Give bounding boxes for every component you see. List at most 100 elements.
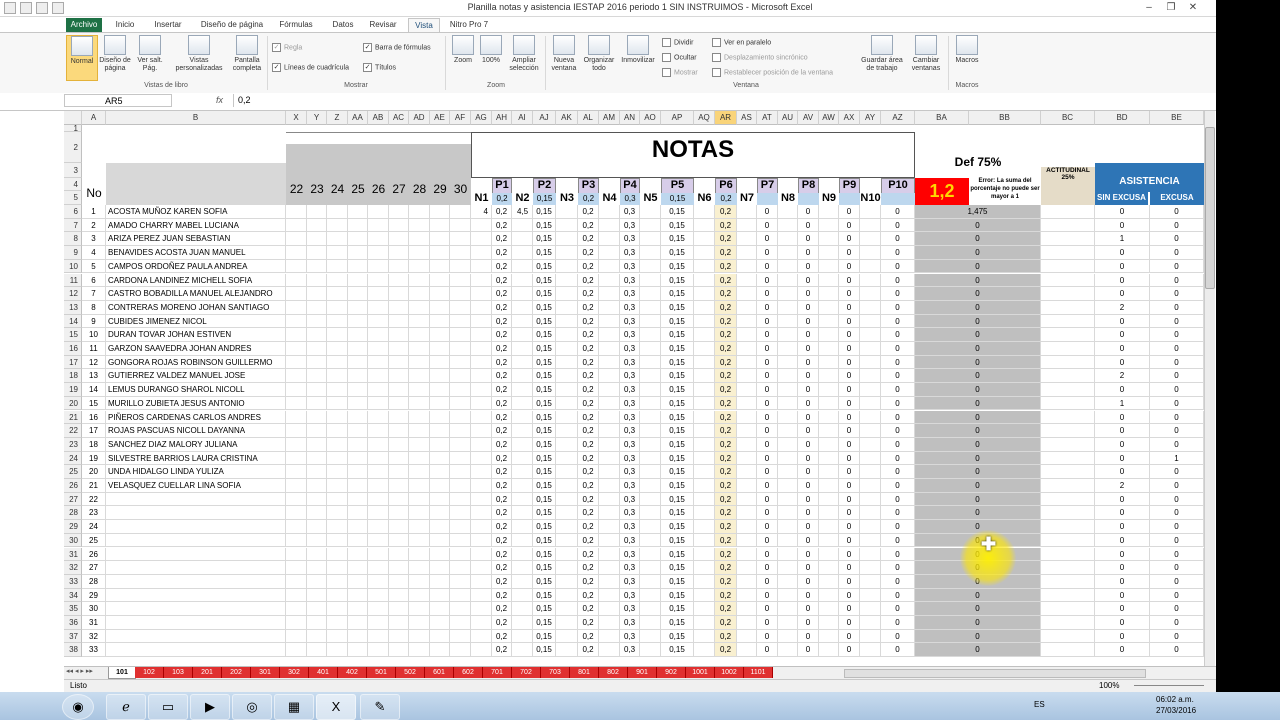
grade-AH7[interactable]: 0,2 (492, 218, 512, 233)
cell-AA36[interactable] (348, 616, 368, 630)
student-number[interactable]: 8 (82, 300, 106, 315)
cell-AY32[interactable] (860, 561, 881, 575)
excusa-value[interactable]: 0 (1150, 602, 1204, 616)
zoom-level[interactable]: 100% (1099, 681, 1119, 690)
cell-AB12[interactable] (368, 287, 389, 301)
grade-AT36[interactable]: 0 (757, 616, 778, 630)
excusa-value[interactable]: 0 (1150, 533, 1204, 548)
cell-AD14[interactable] (409, 314, 430, 329)
cell-BC14[interactable] (1041, 314, 1095, 329)
column-header-AU[interactable]: AU (778, 111, 798, 125)
cell-AI37[interactable] (512, 629, 533, 644)
cell-AO20[interactable] (640, 396, 661, 411)
cell-AK11[interactable] (556, 273, 578, 288)
grade-AL30[interactable]: 0,2 (578, 533, 599, 548)
cell-AO17[interactable] (640, 355, 661, 370)
student-number[interactable]: 6 (82, 273, 106, 288)
cell-AD27[interactable] (409, 492, 430, 507)
grade-AT38[interactable]: 0 (757, 643, 778, 658)
grade-AH29[interactable]: 0,2 (492, 520, 512, 534)
cell-X38[interactable] (286, 643, 307, 658)
cell-AB26[interactable] (368, 479, 389, 493)
grade-AJ21[interactable]: 0,15 (533, 410, 556, 425)
cell-AY24[interactable] (860, 451, 881, 466)
cell-AW28[interactable] (819, 506, 839, 521)
cell-X31[interactable] (286, 547, 307, 562)
student-number[interactable]: 16 (82, 410, 106, 425)
cell-AA8[interactable] (348, 232, 368, 247)
excusa-value[interactable]: 0 (1150, 588, 1204, 603)
cell-AS16[interactable] (737, 342, 757, 356)
cell-AC9[interactable] (389, 246, 409, 260)
cell-AQ36[interactable] (694, 616, 715, 630)
cell-AA17[interactable] (348, 355, 368, 370)
cell-AC27[interactable] (389, 492, 409, 507)
grade-AT34[interactable]: 0 (757, 588, 778, 603)
grade-AJ18[interactable]: 0,15 (533, 369, 556, 384)
cell-AK37[interactable] (556, 629, 578, 644)
grade-AT17[interactable]: 0 (757, 355, 778, 370)
student-number[interactable]: 13 (82, 369, 106, 384)
grade-AZ29[interactable]: 0 (881, 520, 915, 534)
cell-AD28[interactable] (409, 506, 430, 521)
def-result[interactable]: 0 (915, 342, 1041, 356)
cell-BC25[interactable] (1041, 465, 1095, 479)
sheet-tab-802[interactable]: 802 (599, 667, 628, 678)
excusa-value[interactable]: 0 (1150, 259, 1204, 274)
cell-AC22[interactable] (389, 424, 409, 438)
cell-Y11[interactable] (307, 273, 327, 288)
cell-AY8[interactable] (860, 232, 881, 247)
cell-AA35[interactable] (348, 602, 368, 616)
sin-excusa-value[interactable]: 0 (1095, 561, 1150, 575)
grade-AJ9[interactable]: 0,15 (533, 246, 556, 260)
excusa-value[interactable]: 0 (1150, 437, 1204, 452)
cell-AU18[interactable] (778, 369, 798, 384)
cell-AE18[interactable] (430, 369, 450, 384)
cell-AG21[interactable] (471, 410, 492, 425)
grade-AX15[interactable]: 0 (839, 328, 860, 342)
cell-Y26[interactable] (307, 479, 327, 493)
cell-AE9[interactable] (430, 246, 450, 260)
grade-AX18[interactable]: 0 (839, 369, 860, 384)
grade-AR18[interactable]: 0,2 (715, 369, 737, 384)
grade-AL12[interactable]: 0,2 (578, 287, 599, 301)
def-result[interactable]: 0 (915, 232, 1041, 247)
cell-AK34[interactable] (556, 588, 578, 603)
grade-AL23[interactable]: 0,2 (578, 437, 599, 452)
cell-AM20[interactable] (599, 396, 620, 411)
cell-AI10[interactable] (512, 259, 533, 274)
student-name[interactable] (106, 561, 286, 575)
ribbon-tab-7[interactable]: Vista (408, 18, 440, 33)
sheet-tab-102[interactable]: 102 (135, 667, 164, 678)
sin-excusa-value[interactable]: 0 (1095, 520, 1150, 534)
grade-AJ12[interactable]: 0,15 (533, 287, 556, 301)
grade-AJ8[interactable]: 0,15 (533, 232, 556, 247)
grade-AP10[interactable]: 0,15 (661, 259, 694, 274)
grade-AV6[interactable]: 0 (798, 205, 819, 219)
student-number[interactable]: 10 (82, 328, 106, 342)
grade-AR34[interactable]: 0,2 (715, 588, 737, 603)
cell-Y37[interactable] (307, 629, 327, 644)
sin-excusa-value[interactable]: 0 (1095, 342, 1150, 356)
grade-AH28[interactable]: 0,2 (492, 506, 512, 521)
grade-AT27[interactable]: 0 (757, 492, 778, 507)
cell-AB17[interactable] (368, 355, 389, 370)
sheet-tab-703[interactable]: 703 (541, 667, 570, 678)
cell-AF25[interactable] (450, 465, 471, 479)
row-header-35[interactable]: 35 (64, 602, 82, 616)
cell-AG31[interactable] (471, 547, 492, 562)
cell-AF16[interactable] (450, 342, 471, 356)
cell-AF23[interactable] (450, 437, 471, 452)
grade-AR38[interactable]: 0,2 (715, 643, 737, 658)
grade-AT10[interactable]: 0 (757, 259, 778, 274)
cell-AU13[interactable] (778, 300, 798, 315)
grade-AP6[interactable]: 0,15 (661, 205, 694, 219)
grade-AJ35[interactable]: 0,15 (533, 602, 556, 616)
student-number[interactable]: 14 (82, 383, 106, 397)
cell-AG23[interactable] (471, 437, 492, 452)
cell-AC37[interactable] (389, 629, 409, 644)
cell-AD29[interactable] (409, 520, 430, 534)
cell-AI24[interactable] (512, 451, 533, 466)
row-header-31[interactable]: 31 (64, 547, 82, 562)
grade-AX35[interactable]: 0 (839, 602, 860, 616)
